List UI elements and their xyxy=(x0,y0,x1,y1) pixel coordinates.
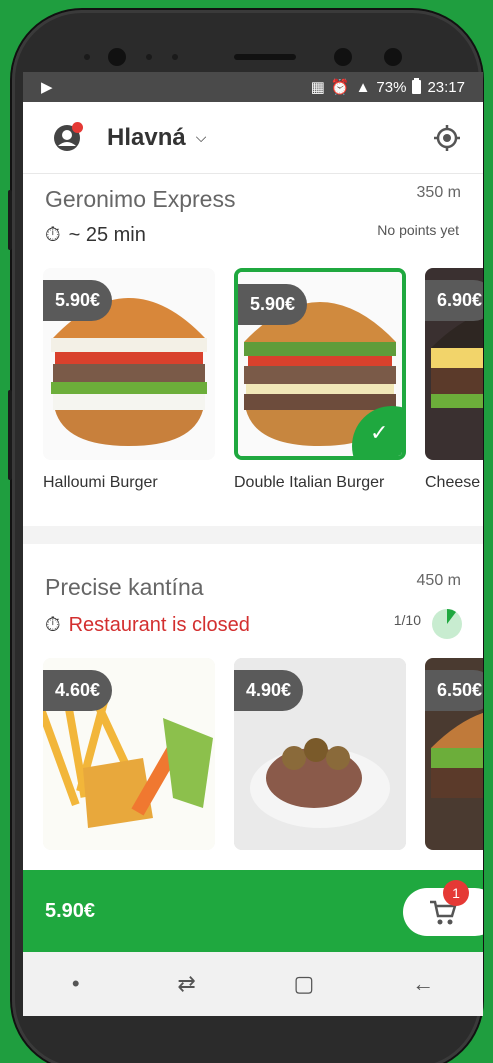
bixby-button xyxy=(8,390,12,480)
menu-item-name: Cheese xyxy=(425,474,481,491)
price-tag: 6.50€ xyxy=(425,670,483,711)
alarm-icon: ⏰ xyxy=(330,79,350,96)
home-icon[interactable]: ▢ xyxy=(294,971,315,997)
cart-count-badge: 1 xyxy=(443,880,469,906)
cart-bar[interactable]: 5.90€ 1 xyxy=(23,870,483,952)
chevron-down-icon[interactable]: ⌵ xyxy=(196,129,207,146)
back-icon[interactable]: ← xyxy=(412,971,434,997)
earpiece xyxy=(234,54,296,60)
menu-item-card[interactable]: 4.60€ xyxy=(43,658,215,850)
loyalty-points: No points yet xyxy=(377,222,459,238)
dot-icon[interactable]: • xyxy=(72,971,80,997)
battery-percent: 73% xyxy=(376,78,407,96)
restaurant-card[interactable]: Geronimo Express 350 m ⏱ ~ 25 min No poi… xyxy=(23,174,483,526)
restaurant-name: Precise kantína xyxy=(45,574,204,600)
delivery-time-text: ~ 25 min xyxy=(68,224,146,246)
menu-item-card[interactable]: 5.90€ xyxy=(43,268,215,460)
notification-badge xyxy=(72,121,83,133)
menu-item-name: Double Italian Burger xyxy=(234,474,385,491)
price-tag: 6.90€ xyxy=(425,280,483,321)
restaurant-name: Geronimo Express xyxy=(45,186,236,212)
sensor-dot xyxy=(84,54,90,60)
restaurant-distance: 450 m xyxy=(416,572,461,589)
sensor-dot xyxy=(146,54,152,60)
closed-text: Restaurant is closed xyxy=(68,614,250,636)
iris-sensor xyxy=(334,48,352,66)
cart-button[interactable]: 1 xyxy=(403,880,483,936)
delivery-time: ⏱ ~ 25 min xyxy=(45,224,146,247)
nfc-icon: ▦ xyxy=(310,79,325,96)
loyalty-progress-icon xyxy=(432,609,462,639)
status-bar: ▶ ▦ ⏰ ▲ 73% 23:17 xyxy=(23,72,483,102)
timer-icon: ⏱ xyxy=(45,224,61,246)
check-icon: ✓ xyxy=(370,420,389,445)
price-tag: 5.90€ xyxy=(238,284,308,325)
menu-item-card[interactable]: 4.90€ xyxy=(234,658,406,850)
price-tag: 4.90€ xyxy=(234,670,304,711)
battery-icon xyxy=(412,78,422,94)
proximity-sensor xyxy=(384,48,402,66)
timer-icon: ⏱ xyxy=(45,614,61,636)
front-camera xyxy=(108,48,126,66)
recents-icon[interactable]: ⇄ xyxy=(177,971,195,997)
screen: ▶ ▦ ⏰ ▲ 73% 23:17 Hlavná ⌵ Geronimo Expr… xyxy=(23,72,483,1016)
app-bar: Hlavná ⌵ xyxy=(23,102,483,174)
page-title[interactable]: Hlavná xyxy=(107,124,186,152)
clock: 23:17 xyxy=(427,78,465,96)
restaurant-closed-status: ⏱ Restaurant is closed xyxy=(45,614,250,637)
restaurant-distance: 350 m xyxy=(416,184,461,201)
location-icon[interactable] xyxy=(433,124,461,152)
section-separator xyxy=(23,526,483,544)
price-tag: 5.90€ xyxy=(43,280,113,321)
loyalty-points: 1/10 xyxy=(393,612,421,628)
system-nav-bar: • ⇄ ▢ ← xyxy=(23,952,483,1016)
volume-button xyxy=(8,190,12,250)
menu-item-name: Halloumi Burger xyxy=(43,474,158,491)
menu-item-card-selected[interactable]: 5.90€ ✓ xyxy=(234,268,406,460)
menu-item-card[interactable]: 6.50€ xyxy=(425,658,483,850)
menu-item-card[interactable]: 6.90€ xyxy=(425,268,483,460)
sensor-dot xyxy=(172,54,178,60)
profile-button[interactable] xyxy=(53,121,83,152)
notification-icon: ▶ xyxy=(41,79,53,96)
cart-total: 5.90€ xyxy=(45,899,96,922)
signal-icon: ▲ xyxy=(355,78,371,96)
restaurant-card[interactable]: Precise kantína 450 m ⏱ Restaurant is cl… xyxy=(23,544,483,870)
price-tag: 4.60€ xyxy=(43,670,113,711)
